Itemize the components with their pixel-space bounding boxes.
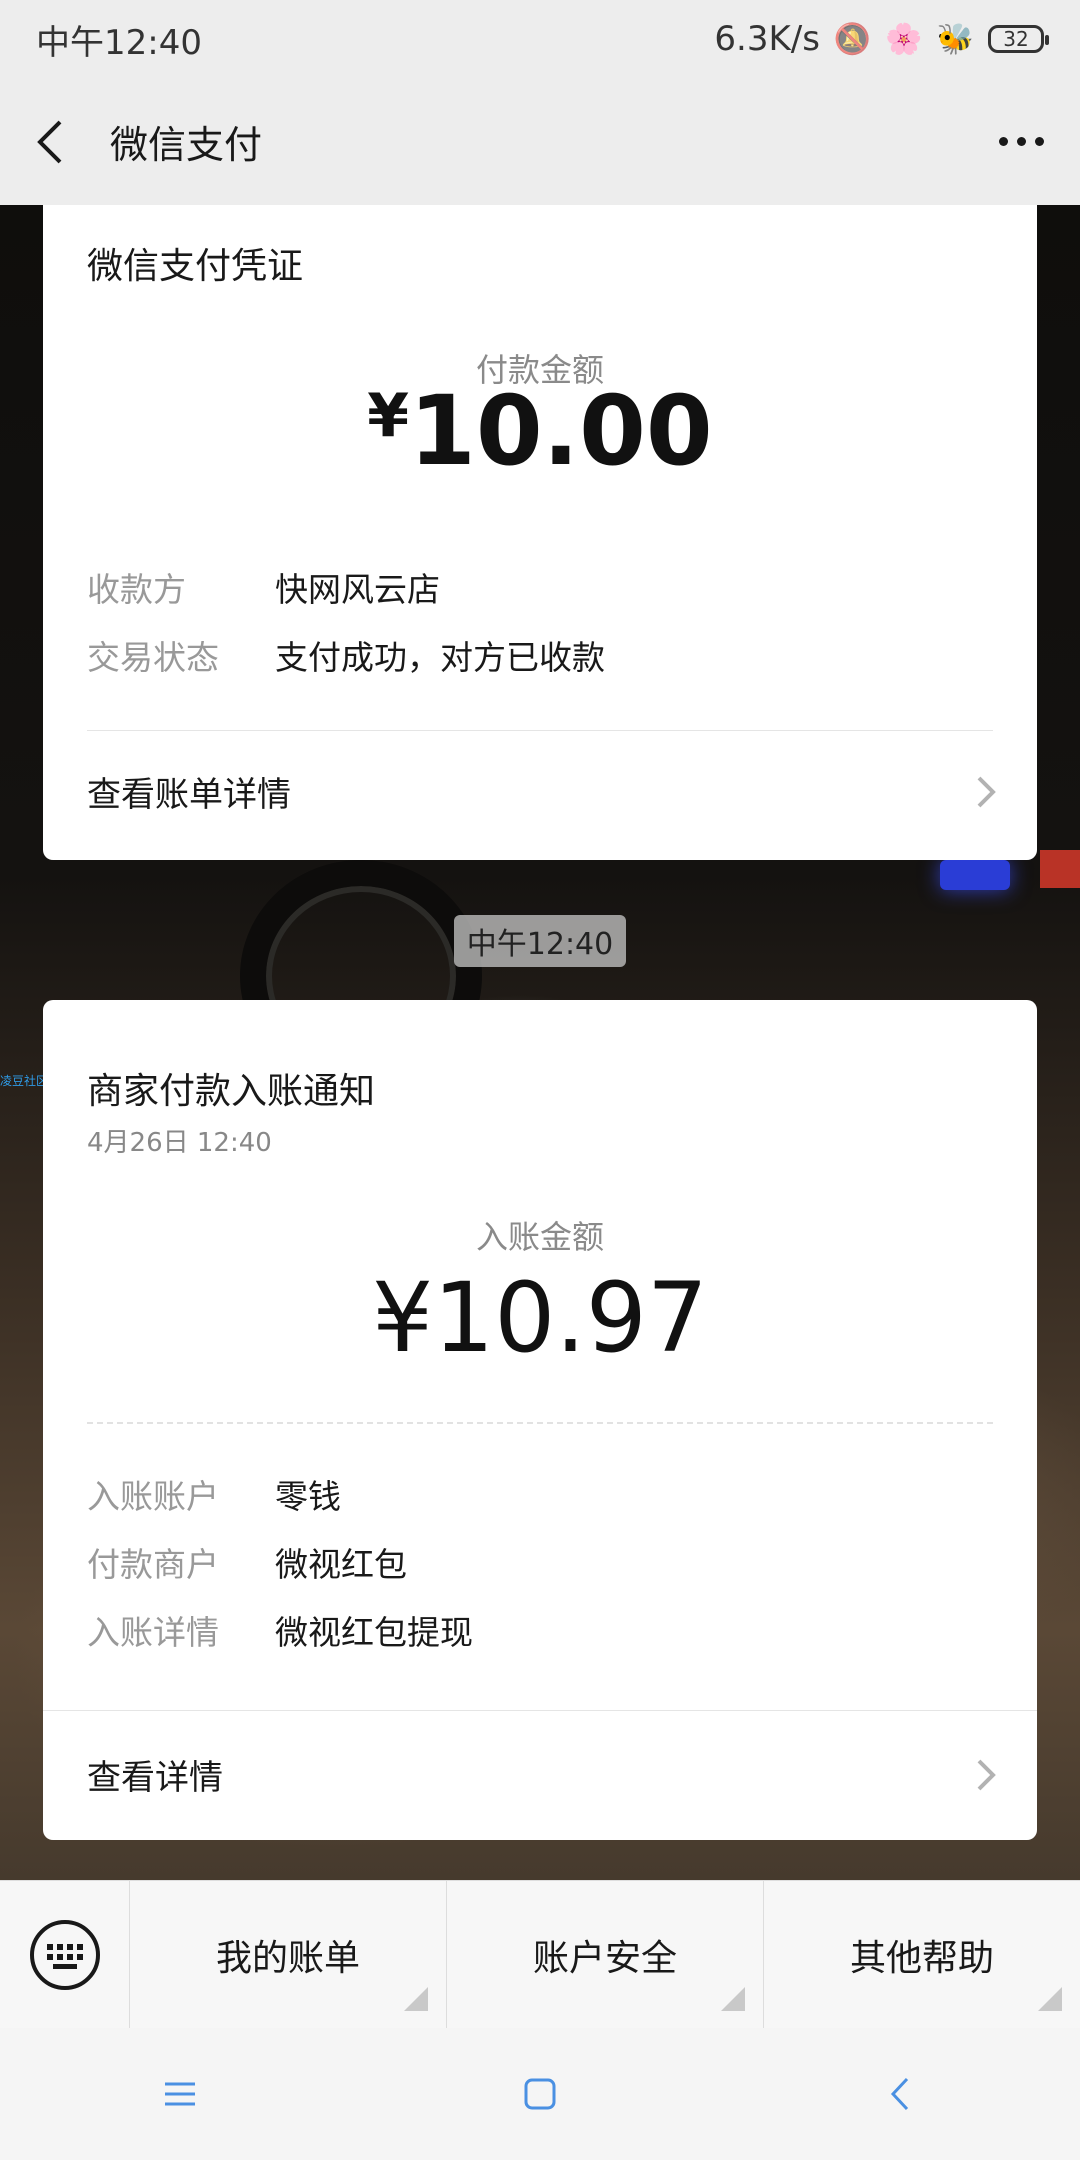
submenu-indicator xyxy=(1038,1986,1062,2011)
more-dots-icon[interactable] xyxy=(999,137,1044,146)
menu-icon[interactable] xyxy=(150,2064,210,2124)
dashed-divider xyxy=(87,1422,993,1424)
battery-icon: 32 xyxy=(988,25,1049,53)
link-label: 查看详情 xyxy=(87,1758,223,1798)
menu-label: 账户安全 xyxy=(532,1937,677,1979)
page-title: 微信支付 xyxy=(110,123,263,167)
submenu-indicator xyxy=(404,1986,428,2011)
card-date: 4月26日 12:40 xyxy=(87,1128,272,1158)
view-bill-details-link[interactable]: 查看账单详情 xyxy=(87,767,997,816)
status-time: 中午12:40 xyxy=(36,22,202,63)
card-title: 商家付款入账通知 xyxy=(87,1071,376,1112)
menu-label: 我的账单 xyxy=(215,1937,360,1979)
link-label: 查看账单详情 xyxy=(87,775,291,815)
currency-symbol: ¥ xyxy=(367,381,410,451)
status-icons: 6.3K/s 🔕 🌸 🐝 32 xyxy=(714,19,1049,59)
background-blue-light xyxy=(940,860,1010,890)
detail-label: 付款商户 xyxy=(87,1545,219,1584)
detail-label: 入账详情 xyxy=(87,1613,219,1652)
chevron-right-icon xyxy=(977,1759,996,1790)
card-title: 微信支付凭证 xyxy=(87,246,304,287)
detail-value: 微视红包 xyxy=(275,1545,407,1584)
menu-other-help[interactable]: 其他帮助 xyxy=(763,1880,1080,2029)
detail-label: 交易状态 xyxy=(87,638,219,677)
side-watermark: 凌豆社区 xyxy=(0,1074,49,1088)
divider xyxy=(43,1710,1037,1711)
system-nav-bar xyxy=(0,2028,1080,2160)
payment-amount: ¥10.00 xyxy=(43,375,1037,487)
detail-label: 入账账户 xyxy=(87,1477,219,1516)
detail-row: 入账账户 零钱 xyxy=(87,1470,341,1518)
nav-bar: 微信支付 xyxy=(0,78,1080,205)
flower-icon: 🌸 xyxy=(885,21,923,57)
view-details-link[interactable]: 查看详情 xyxy=(87,1750,997,1799)
bottom-menu-bar: 我的账单 账户安全 其他帮助 xyxy=(0,1880,1080,2029)
background-red-sign xyxy=(1040,850,1080,888)
bees-icon: 🐝 xyxy=(936,21,974,57)
detail-row: 入账详情 微视红包提现 xyxy=(87,1606,473,1654)
detail-value: 支付成功，对方已收款 xyxy=(275,638,605,677)
status-bar: 中午12:40 6.3K/s 🔕 🌸 🐝 32 xyxy=(0,0,1080,78)
detail-row: 交易状态 支付成功，对方已收款 xyxy=(87,631,605,679)
detail-label: 收款方 xyxy=(87,570,186,609)
detail-value: 快网风云店 xyxy=(275,570,440,609)
submenu-indicator xyxy=(721,1986,745,2011)
amount-value: 10.97 xyxy=(433,1262,708,1374)
battery-level: 32 xyxy=(1003,27,1029,51)
detail-row: 付款商户 微视红包 xyxy=(87,1538,407,1586)
amount-label: 入账金额 xyxy=(475,1218,604,1256)
payment-voucher-card[interactable]: 微信支付凭证 付款金额 ¥10.00 收款方 快网风云店 交易状态 支付成功，对… xyxy=(43,205,1037,860)
back-icon[interactable] xyxy=(870,2064,930,2124)
chevron-right-icon xyxy=(977,776,996,807)
keyboard-toggle-button[interactable] xyxy=(0,1880,130,2029)
detail-value: 零钱 xyxy=(275,1477,341,1516)
menu-account-security[interactable]: 账户安全 xyxy=(446,1880,763,2029)
network-speed: 6.3K/s xyxy=(714,19,820,59)
detail-value: 微视红包提现 xyxy=(275,1613,473,1652)
divider xyxy=(87,730,993,731)
currency-symbol: ¥ xyxy=(372,1262,434,1374)
detail-row: 收款方 快网风云店 xyxy=(87,563,440,611)
income-notification-card[interactable]: 商家付款入账通知 4月26日 12:40 入账金额 ¥10.97 入账账户 零钱… xyxy=(43,1000,1037,1840)
home-icon[interactable] xyxy=(510,2064,570,2124)
keyboard-icon xyxy=(29,1919,100,1990)
chat-timestamp: 中午12:40 xyxy=(454,915,626,967)
income-amount: ¥10.97 xyxy=(43,1262,1037,1374)
bell-off-icon: 🔕 xyxy=(833,21,872,57)
menu-label: 其他帮助 xyxy=(849,1937,994,1979)
amount-value: 10.00 xyxy=(409,375,713,487)
menu-my-bills[interactable]: 我的账单 xyxy=(130,1881,446,2029)
back-arrow-icon[interactable] xyxy=(36,117,72,167)
